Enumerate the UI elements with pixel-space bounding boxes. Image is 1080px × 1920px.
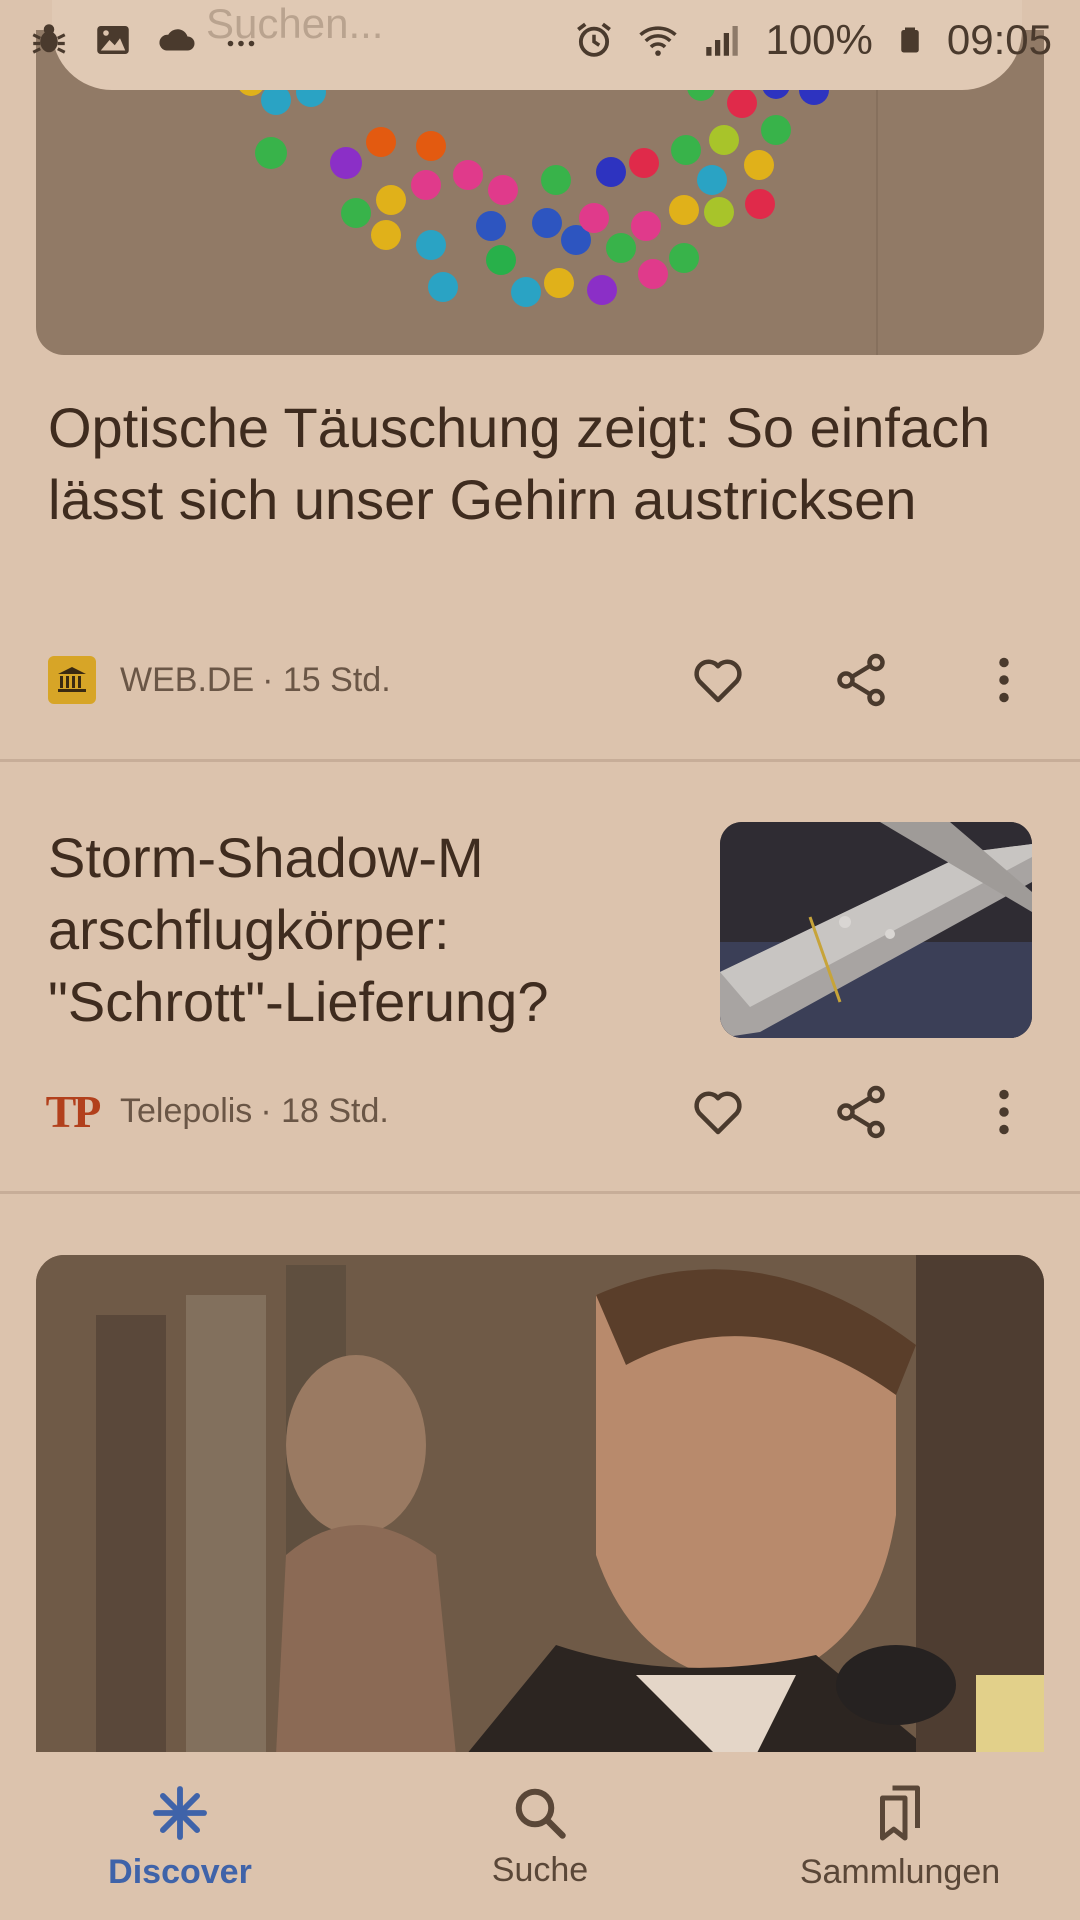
cloud-icon [159,29,195,51]
signal-icon [706,26,739,56]
telepolis-logo-text: TP [45,1085,102,1137]
article-image-portrait[interactable] [36,1255,1044,1755]
divider [0,759,1080,762]
article-title[interactable]: Optische Täuschung zeigt: So einfach läs… [48,392,1008,536]
alarm-icon [577,22,612,57]
more-notifications-icon [227,40,255,47]
more-vert-icon[interactable] [974,650,1034,710]
bookmarks-icon [880,1785,920,1840]
nav-search[interactable]: Suche [360,1752,720,1920]
heart-icon[interactable] [688,1082,748,1142]
share-icon[interactable] [831,1082,891,1142]
nav-search-label: Suche [491,1850,589,1889]
share-icon[interactable] [831,650,891,710]
article-age: · 18 Std. [260,1091,389,1130]
heart-icon[interactable] [688,650,748,710]
clock: 09:05 [946,16,1052,63]
bug-icon [32,24,66,54]
divider [0,1191,1080,1194]
portrait-photo [36,1255,1044,1755]
article-thumbnail-missile[interactable] [720,822,1032,1038]
discover-asterisk-icon [153,1785,207,1840]
more-vert-icon[interactable] [974,1082,1034,1142]
nav-discover-label: Discover [108,1852,252,1891]
battery-percent: 100% [765,16,873,63]
missile-image [720,822,1032,1038]
bottom-navigation: Discover Suche Sammlungen [0,1752,1080,1920]
webde-logo-icon [48,656,96,704]
article-meta: TP Telepolis · 18 Std. [45,1085,389,1137]
nav-discover[interactable]: Discover [0,1752,360,1920]
telepolis-logo-icon: TP [45,1085,102,1137]
status-bar: 100% 09:05 [0,0,1080,80]
source-name[interactable]: WEB.DE [120,661,254,700]
article-title[interactable]: Storm-Shadow-M arschflugkörper: "Schrott… [48,822,658,1038]
nav-collections[interactable]: Sammlungen [720,1752,1080,1920]
search-icon [515,1788,566,1839]
nav-collections-label: Sammlungen [799,1852,1001,1891]
wifi-icon [639,26,678,56]
article-age: · 15 Std. [262,660,391,699]
battery-icon [901,27,919,53]
image-icon [97,26,129,54]
article-meta: WEB.DE · 15 Std. [48,656,391,704]
source-name[interactable]: Telepolis [120,1092,252,1131]
